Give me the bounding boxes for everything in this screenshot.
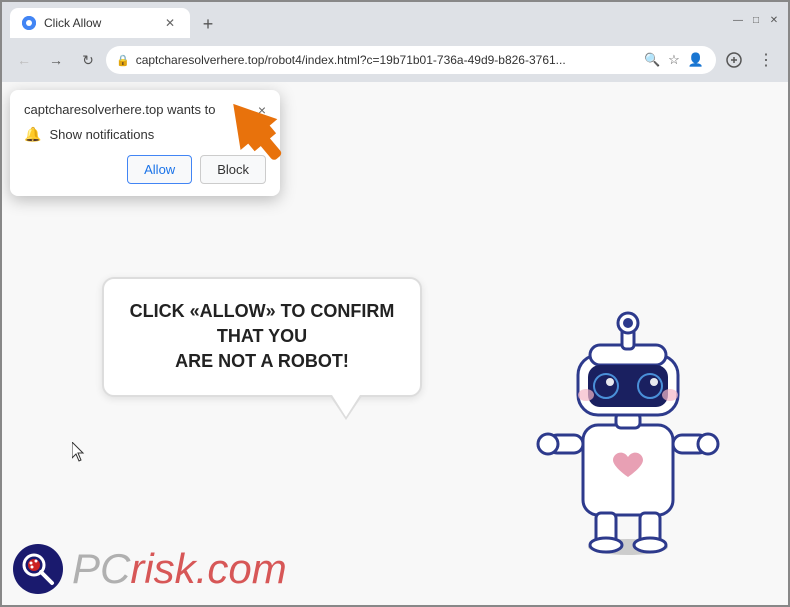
tab-bar: Click Allow ✕ + [10, 2, 720, 38]
bubble-text: CLICK «ALLOW» TO CONFIRM THAT YOU ARE NO… [128, 299, 396, 375]
minimize-button[interactable]: — [732, 14, 744, 26]
mouse-cursor [72, 442, 88, 467]
speech-bubble: CLICK «ALLOW» TO CONFIRM THAT YOU ARE NO… [102, 277, 422, 397]
pcrisk-risk: risk.com [130, 545, 286, 592]
maximize-button[interactable]: □ [750, 14, 762, 26]
allow-button[interactable]: Allow [127, 155, 192, 184]
bookmark-icon[interactable]: ☆ [666, 50, 682, 70]
search-icon[interactable]: 🔍 [642, 50, 662, 70]
page-content: captcharesolverhere.top wants to × 🔔 Sho… [2, 82, 788, 605]
title-bar: Click Allow ✕ + — □ ✕ [2, 2, 788, 38]
tab-close-button[interactable]: ✕ [162, 15, 178, 31]
bell-icon: 🔔 [24, 126, 41, 143]
address-bar[interactable]: 🔒 captcharesolverhere.top/robot4/index.h… [106, 46, 716, 74]
pcrisk-text: PCrisk.com [72, 545, 287, 593]
address-icons: 🔍 ☆ 👤 [642, 50, 706, 70]
tab-favicon [22, 16, 36, 30]
menu-button[interactable]: ⋮ [752, 46, 780, 74]
pcrisk-pc: PC [72, 545, 130, 592]
toolbar: ← → ↻ 🔒 captcharesolverhere.top/robot4/i… [2, 38, 788, 82]
close-button[interactable]: ✕ [768, 14, 780, 26]
forward-button[interactable]: → [42, 46, 70, 74]
pcrisk-logo: PCrisk.com [12, 543, 287, 595]
extensions-icon[interactable] [720, 46, 748, 74]
new-tab-button[interactable]: + [194, 10, 222, 38]
refresh-button[interactable]: ↻ [74, 46, 102, 74]
lock-icon: 🔒 [116, 54, 130, 67]
robot-illustration [528, 295, 728, 545]
notification-label: Show notifications [49, 127, 154, 142]
bubble-line2: ARE NOT A ROBOT! [175, 351, 349, 371]
window-controls: — □ ✕ [732, 14, 780, 26]
address-text: captcharesolverhere.top/robot4/index.htm… [136, 53, 636, 67]
active-tab[interactable]: Click Allow ✕ [10, 8, 190, 38]
back-button[interactable]: ← [10, 46, 38, 74]
browser-window: Click Allow ✕ + — □ ✕ ← → ↻ 🔒 captchares… [0, 0, 790, 607]
account-icon[interactable]: 👤 [686, 50, 706, 70]
tab-title: Click Allow [44, 16, 154, 30]
bubble-line1: CLICK «ALLOW» TO CONFIRM THAT YOU [130, 301, 395, 346]
pcrisk-badge [12, 543, 64, 595]
orange-arrow [222, 87, 302, 182]
